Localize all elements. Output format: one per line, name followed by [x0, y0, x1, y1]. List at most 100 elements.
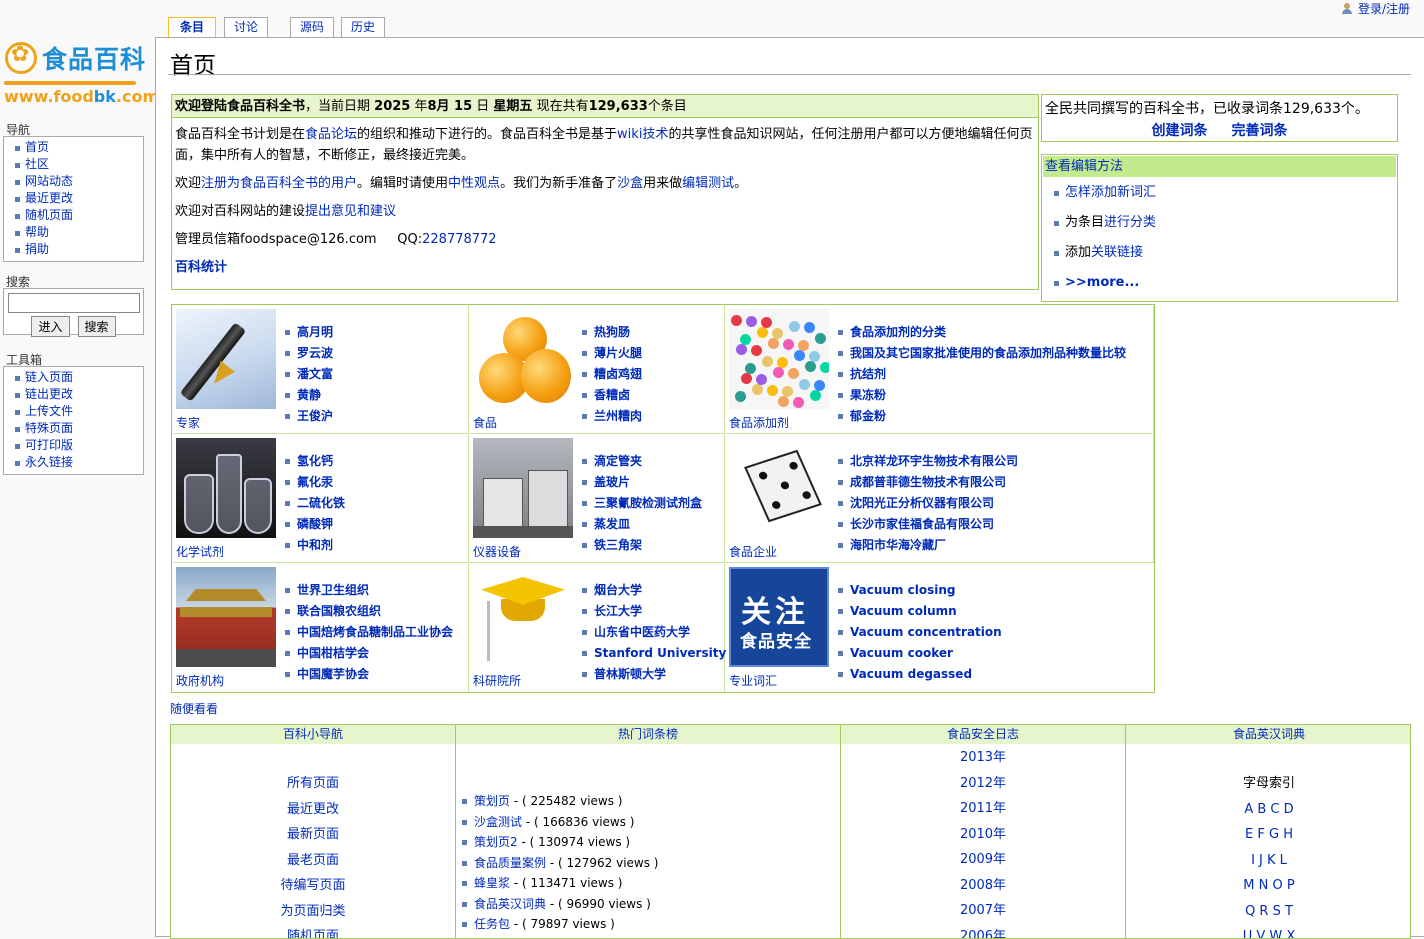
category-item-link[interactable]: 薄片火腿 [582, 343, 642, 364]
neutral-view-link[interactable]: 中性观点 [448, 176, 500, 191]
safety-log-year-link[interactable]: 2007年 [841, 898, 1125, 924]
tab-source[interactable]: 源码 [290, 17, 334, 37]
category-item-link[interactable]: 三聚氰胺检测试剂盒 [582, 493, 702, 514]
category-item-link[interactable]: 高月明 [285, 322, 333, 343]
category-item-link[interactable]: 罗云波 [285, 343, 333, 364]
sidebar-nav-item[interactable]: 社区 [12, 156, 143, 173]
safety-log-year-link[interactable]: 2006年 [841, 924, 1125, 939]
category-caption[interactable]: 专家 [176, 414, 200, 431]
sidebar-tool-item[interactable]: 可打印版 [12, 437, 143, 454]
institutes-image[interactable] [473, 567, 573, 667]
safety-log-year-link[interactable]: 2010年 [841, 822, 1125, 848]
category-caption[interactable]: 食品 [473, 414, 497, 431]
sidebar-tool-item[interactable]: 链出更改 [12, 386, 143, 403]
safety-log-year-link[interactable]: 2011年 [841, 796, 1125, 822]
category-item-link[interactable]: 食品添加剂的分类 [838, 322, 1126, 343]
alphabet-index-link[interactable]: E F G H [1126, 822, 1411, 848]
category-item-link[interactable]: 世界卫生组织 [285, 580, 453, 601]
category-item-link[interactable]: 北京祥龙环宇生物技术有限公司 [838, 451, 1018, 472]
enterprises-image[interactable] [729, 438, 829, 538]
category-item-link[interactable]: 中国魔芋协会 [285, 664, 453, 685]
additives-image[interactable] [729, 309, 829, 409]
sidebar-nav-item[interactable]: 首页 [12, 139, 143, 156]
create-entry-link[interactable]: 创建词条 [1152, 123, 1208, 139]
food-image[interactable] [473, 309, 573, 409]
edit-test-link[interactable]: 编辑测试 [682, 176, 734, 191]
mini-nav-link[interactable]: 待编写页面 [171, 873, 455, 899]
category-caption[interactable]: 科研院所 [473, 672, 521, 689]
category-item-link[interactable]: 长江大学 [582, 601, 726, 622]
category-item-link[interactable]: Vacuum closing [838, 580, 1002, 601]
category-item-link[interactable]: 长沙市家佳福食品有限公司 [838, 514, 1018, 535]
tab-article[interactable]: 条目 [168, 17, 216, 38]
wiki-tech-link[interactable]: wiki技术 [617, 127, 668, 142]
category-caption[interactable]: 仪器设备 [473, 543, 521, 560]
food-safety-banner-image[interactable]: 关注 食品安全 [729, 567, 829, 667]
feedback-link[interactable]: 提出意见和建议 [305, 204, 396, 219]
sidebar-tool-item[interactable]: 上传文件 [12, 403, 143, 420]
mini-nav-link[interactable]: 最近更改 [171, 797, 455, 823]
category-item-link[interactable]: 氢化钙 [285, 451, 345, 472]
category-item-link[interactable]: 果冻粉 [838, 385, 1126, 406]
food-forum-link[interactable]: 食品论坛 [305, 127, 357, 142]
hot-entry-link[interactable]: 任务包 [474, 917, 510, 931]
category-item-link[interactable]: 盖玻片 [582, 472, 702, 493]
category-item-link[interactable]: 抗结剂 [838, 364, 1126, 385]
category-item-link[interactable]: Vacuum column [838, 601, 1002, 622]
mini-nav-link[interactable]: 随机页面 [171, 924, 455, 939]
category-item-link[interactable]: 中国柑桔学会 [285, 643, 453, 664]
qq-link[interactable]: 228778772 [422, 232, 496, 247]
category-item-link[interactable]: 沈阳光正分析仪器有限公司 [838, 493, 1018, 514]
hot-entry-link[interactable]: 策划页2 [474, 835, 518, 849]
category-caption[interactable]: 食品企业 [729, 543, 777, 560]
category-item-link[interactable]: Vacuum cooker [838, 643, 1002, 664]
sidebar-tool-item[interactable]: 链入页面 [12, 369, 143, 386]
sandbox-link[interactable]: 沙盒 [617, 176, 643, 191]
category-item-link[interactable]: 氟化汞 [285, 472, 345, 493]
sidebar-tool-item[interactable]: 永久链接 [12, 454, 143, 471]
category-item-link[interactable]: 滴定管夹 [582, 451, 702, 472]
category-caption[interactable]: 政府机构 [176, 672, 224, 689]
category-item-link[interactable]: Stanford University [582, 643, 726, 664]
safety-log-year-link[interactable]: 2012年 [841, 771, 1125, 797]
improve-entry-link[interactable]: 完善词条 [1232, 123, 1288, 139]
category-item-link[interactable]: 中和剂 [285, 535, 345, 556]
stats-link[interactable]: 百科统计 [175, 260, 227, 275]
alphabet-index-link[interactable]: I J K L [1126, 848, 1411, 874]
hot-entry-link[interactable]: 蜂皇浆 [474, 876, 510, 890]
category-item-link[interactable]: Vacuum concentration [838, 622, 1002, 643]
reagents-image[interactable] [176, 438, 276, 538]
category-item-link[interactable]: 海阳市华海冷藏厂 [838, 535, 1018, 556]
alphabet-index-link[interactable]: M N O P [1126, 873, 1411, 899]
sidebar-nav-item[interactable]: 最近更改 [12, 190, 143, 207]
category-caption[interactable]: 专业词汇 [729, 672, 777, 689]
government-image[interactable] [176, 567, 276, 667]
category-item-link[interactable]: 二硫化铁 [285, 493, 345, 514]
sidebar-nav-item[interactable]: 网站动态 [12, 173, 143, 190]
mini-nav-link[interactable]: 最老页面 [171, 848, 455, 874]
register-link[interactable]: 注册为食品百科全书的用户 [201, 176, 357, 191]
category-item-link[interactable]: 郁金粉 [838, 406, 1126, 427]
category-item-link[interactable]: 铁三角架 [582, 535, 702, 556]
safety-log-year-link[interactable]: 2008年 [841, 873, 1125, 899]
category-item-link[interactable]: 烟台大学 [582, 580, 726, 601]
category-item-link[interactable]: 中国焙烤食品糖制品工业协会 [285, 622, 453, 643]
category-item-link[interactable]: 成都普菲德生物技术有限公司 [838, 472, 1018, 493]
edit-help-header[interactable]: 查看编辑方法 [1043, 156, 1396, 177]
sidebar-nav-item[interactable]: 捐助 [12, 241, 143, 258]
site-logo[interactable]: 食品百科 www.foodbk.com [0, 36, 146, 112]
hot-entry-link[interactable]: 策划页 [474, 794, 510, 808]
mini-nav-link[interactable]: 所有页面 [171, 771, 455, 797]
category-item-link[interactable]: Vacuum degassed [838, 664, 1002, 685]
hot-entry-link[interactable]: 食品质量案例 [474, 856, 546, 870]
category-item-link[interactable]: 联合国粮农组织 [285, 601, 453, 622]
sidebar-nav-item[interactable]: 随机页面 [12, 207, 143, 224]
category-item-link[interactable]: 我国及其它国家批准使用的食品添加剂品种数量比较 [838, 343, 1126, 364]
related-link[interactable]: 关联链接 [1091, 245, 1143, 260]
mini-nav-link[interactable]: 为页面归类 [171, 899, 455, 925]
login-link[interactable]: 登录/注册 [1342, 0, 1410, 17]
category-item-link[interactable]: 潘文富 [285, 364, 333, 385]
category-item-link[interactable]: 兰州糟肉 [582, 406, 642, 427]
category-caption[interactable]: 化学试剂 [176, 543, 224, 560]
category-item-link[interactable]: 磷酸钾 [285, 514, 345, 535]
